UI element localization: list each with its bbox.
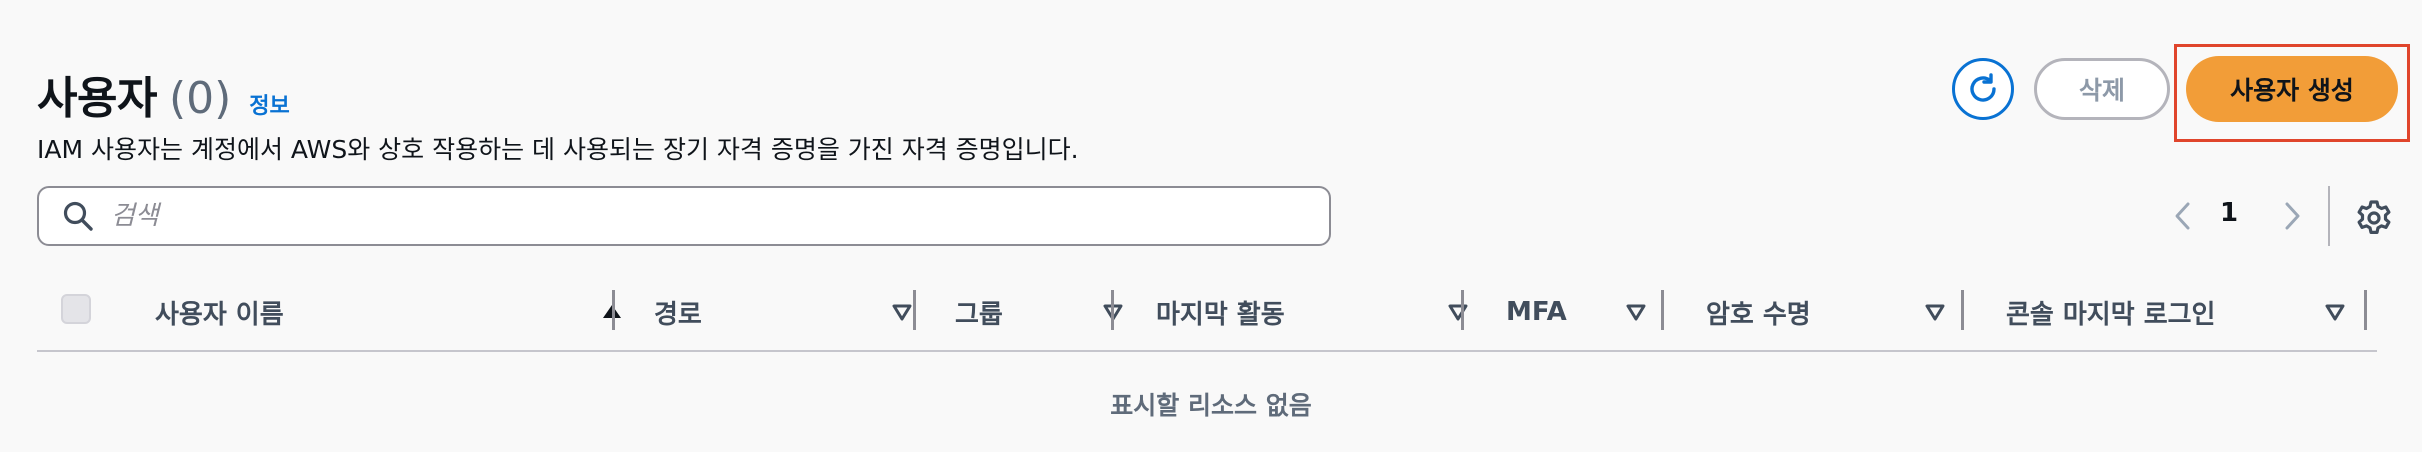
- gear-icon: [2357, 200, 2391, 234]
- delete-button[interactable]: 삭제: [2034, 58, 2170, 120]
- column-header-mfa[interactable]: MFA: [1506, 282, 1666, 342]
- column-label: 그룹: [955, 299, 1003, 330]
- pagination-divider: [2328, 186, 2330, 246]
- column-header-path[interactable]: 경로: [654, 282, 914, 342]
- column-header-last-activity[interactable]: 마지막 활동: [1156, 282, 1476, 342]
- column-divider: [1461, 290, 1464, 330]
- current-page-number[interactable]: 1: [2220, 198, 2238, 228]
- search-icon: [61, 199, 95, 233]
- column-label: 콘솔 마지막 로그인: [2006, 299, 2216, 330]
- page-title: 사용자: [37, 73, 157, 124]
- column-label: 경로: [654, 299, 702, 330]
- select-all-checkbox[interactable]: [61, 294, 91, 324]
- chevron-right-icon: [2285, 202, 2300, 230]
- table-header: 사용자 이름 경로 그룹 마지막 활동 MFA 암호 수명 콘솔 마지막 로그인: [37, 282, 2377, 342]
- search-input[interactable]: [109, 200, 1329, 232]
- column-header-groups[interactable]: 그룹: [955, 282, 1155, 342]
- info-link[interactable]: 정보: [249, 88, 289, 120]
- column-divider: [1111, 290, 1114, 330]
- sort-icon: [892, 304, 912, 321]
- column-divider: [1661, 290, 1664, 330]
- user-count: (0): [168, 73, 232, 124]
- column-label: 암호 수명: [1706, 299, 1811, 330]
- refresh-icon: [1970, 73, 1996, 102]
- column-header-password-age[interactable]: 암호 수명: [1706, 282, 1986, 342]
- column-divider: [612, 290, 615, 330]
- column-header-console-last-sign-in[interactable]: 콘솔 마지막 로그인: [2006, 282, 2366, 342]
- sort-icon: [1626, 304, 1646, 321]
- column-label: 사용자 이름: [155, 299, 284, 330]
- column-divider: [913, 290, 916, 330]
- sort-icon: [1925, 304, 1945, 321]
- sort-icon: [2325, 304, 2345, 321]
- create-user-button[interactable]: 사용자 생성: [2186, 56, 2398, 122]
- sort-icon: [1448, 304, 1468, 321]
- page-header: 사용자 (0) 정보: [37, 62, 290, 126]
- next-page-button[interactable]: [2272, 196, 2312, 236]
- column-divider: [1961, 290, 1964, 330]
- iam-users-page: 사용자 (0) 정보 IAM 사용자는 계정에서 AWS와 상호 작용하는 데 …: [0, 0, 2422, 452]
- previous-page-button[interactable]: [2163, 196, 2203, 236]
- chevron-left-icon: [2175, 202, 2190, 230]
- table-header-divider: [37, 350, 2377, 352]
- column-label: 마지막 활동: [1156, 299, 1285, 330]
- refresh-button[interactable]: [1952, 58, 2014, 120]
- column-header-user-name[interactable]: 사용자 이름: [155, 282, 625, 342]
- page-description: IAM 사용자는 계정에서 AWS와 상호 작용하는 데 사용되는 장기 자격 …: [37, 135, 1079, 164]
- search-field[interactable]: [37, 186, 1331, 246]
- preferences-button[interactable]: [2352, 196, 2396, 240]
- empty-state-text: 표시할 리소스 없음: [1110, 391, 1312, 420]
- column-divider: [2364, 290, 2367, 330]
- column-label: MFA: [1506, 297, 1567, 327]
